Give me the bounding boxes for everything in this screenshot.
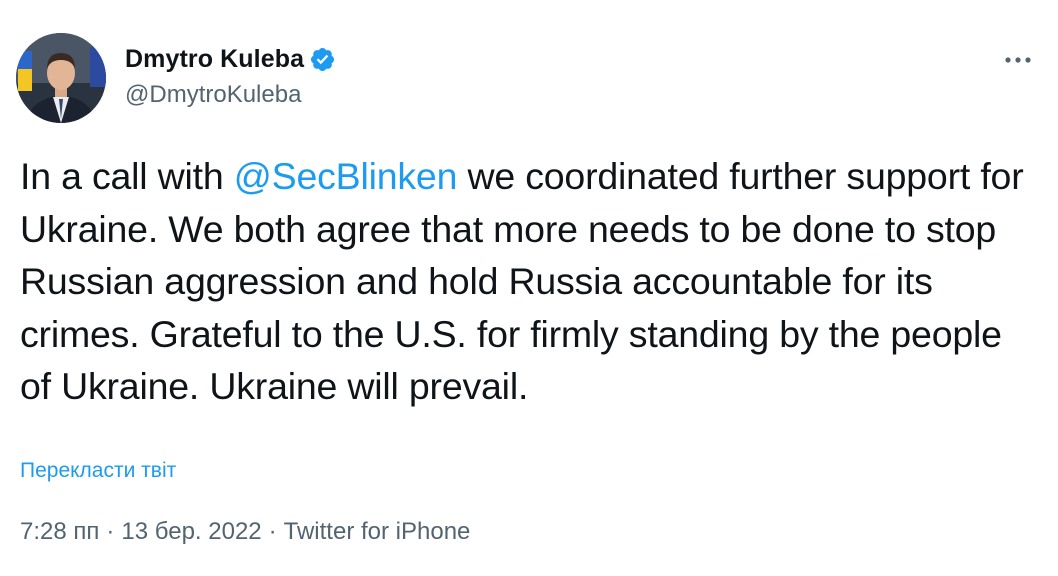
display-name[interactable]: Dmytro Kuleba	[125, 45, 304, 74]
name-row: Dmytro Kuleba	[125, 43, 336, 75]
meta-separator: ·	[268, 518, 277, 545]
tweet-source[interactable]: Twitter for iPhone	[284, 518, 471, 546]
verified-badge-icon	[309, 46, 336, 73]
tweet-time[interactable]: 7:28 пп	[20, 518, 99, 546]
tweet-text-before: In a call with	[20, 155, 234, 197]
more-options-icon[interactable]	[1002, 44, 1034, 76]
tweet-date[interactable]: 13 бер. 2022	[121, 518, 261, 546]
tweet-card: Dmytro Kuleba @DmytroKuleba In a call wi…	[0, 0, 1058, 576]
translate-tweet-link[interactable]: Перекласти твіт	[20, 459, 176, 483]
author-handle[interactable]: @DmytroKuleba	[125, 81, 336, 109]
meta-separator: ·	[106, 518, 115, 545]
tweet-text: In a call with @SecBlinken we coordinate…	[20, 150, 1040, 413]
author-info: Dmytro Kuleba @DmytroKuleba	[125, 43, 336, 109]
tweet-meta: 7:28 пп · 13 бер. 2022 · Twitter for iPh…	[20, 518, 470, 546]
avatar[interactable]	[16, 33, 106, 123]
avatar-photo	[16, 33, 106, 123]
mention-link[interactable]: @SecBlinken	[234, 155, 458, 197]
